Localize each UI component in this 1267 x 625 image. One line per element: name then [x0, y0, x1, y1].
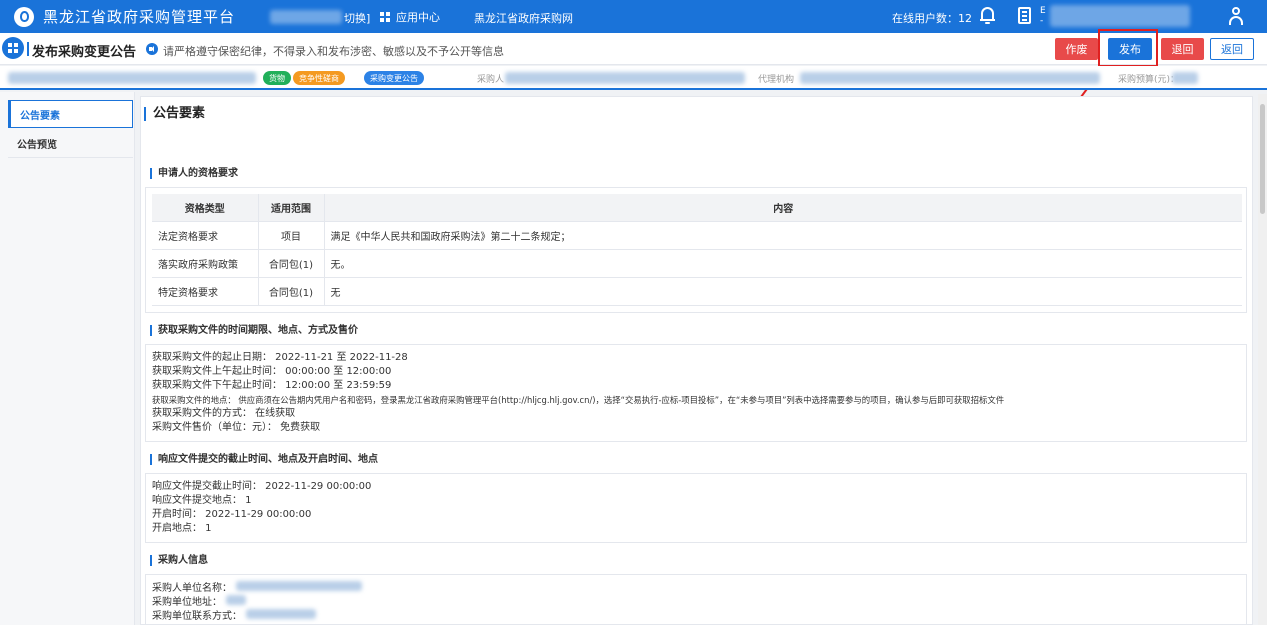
response-box: 响应文件提交截止时间： 2022-11-29 00:00:00 响应文件提交地点…: [145, 473, 1247, 543]
table-row: 法定资格要求 项目 满足《中华人民共和国政府采购法》第二十二条规定；: [152, 221, 1242, 250]
table-row: 落实政府采购政策 合同包(1) 无。: [152, 249, 1242, 278]
user-icon[interactable]: [1228, 7, 1244, 25]
tag-change-notice: 采购变更公告: [364, 71, 424, 85]
table-row: 特定资格要求 合同包(1) 无: [152, 277, 1242, 306]
document-icon[interactable]: [1018, 7, 1031, 24]
redacted-value: [236, 581, 362, 591]
detail-line: 获取采购文件的方式： 在线获取: [152, 408, 296, 419]
detail-line: 开启时间： 2022-11-29 00:00:00: [152, 509, 312, 520]
switch-user-link[interactable]: 切换]: [344, 10, 370, 26]
table-cell: 特定资格要求: [152, 277, 259, 306]
redacted-value: [246, 609, 316, 619]
purchaser-info-box: 采购人单位名称： 采购单位地址： 采购单位联系方式：: [145, 574, 1247, 624]
redacted-username: [270, 10, 342, 24]
detail-line: 获取采购文件上午起止时间： 00:00:00 至 12:00:00: [152, 366, 392, 377]
detail-line: 采购人单位名称：: [152, 581, 362, 595]
detail-line: 获取采购文件下午起止时间： 12:00:00 至 23:59:59: [152, 380, 392, 391]
return-button[interactable]: 返回: [1210, 38, 1254, 60]
redacted-user-info: [1050, 5, 1190, 27]
detail-line: 响应文件提交地点： 1: [152, 495, 252, 506]
detail-line: 获取采购文件的地点： 供应商须在公告期内凭用户名和密码，登录黑龙江省政府采购管理…: [152, 395, 1005, 405]
redacted-agency: [800, 72, 1100, 84]
purchaser-info-title: 采购人信息: [150, 555, 208, 566]
procurement-site-link[interactable]: 黑龙江省政府采购网: [474, 10, 573, 26]
table-cell: 无。: [324, 249, 1242, 278]
table-cell: 项目: [258, 221, 325, 250]
redacted-project-name: [8, 72, 256, 84]
budget-label: 采购预算(元)：: [1118, 75, 1180, 85]
detail-line: 采购文件售价（单位：元）： 免费获取: [152, 422, 321, 433]
purchaser-label: 采购人: [477, 75, 505, 85]
table-cell: 满足《中华人民共和国政府采购法》第二十二条规定；: [324, 221, 1242, 250]
security-notice: 请严格遵守保密纪律，不得录入和发布涉密、敏感以及不予公开等信息: [163, 45, 504, 58]
top-bar: 黑龙江省政府采购管理平台 切换] 应用中心 黑龙江省政府采购网 在线用户数：12…: [0, 0, 1267, 33]
menu-grid-icon[interactable]: [2, 37, 24, 59]
acquisition-details: 获取采购文件的起止日期： 2022-11-21 至 2022-11-28 获取采…: [152, 351, 1004, 435]
acquisition-box: 获取采购文件的起止日期： 2022-11-21 至 2022-11-28 获取采…: [145, 344, 1247, 442]
column-header: 适用范围: [258, 194, 325, 222]
side-nav: 公告要素 公告预览: [0, 92, 135, 625]
redacted-budget: [1172, 72, 1198, 84]
qualification-table: 资格类型 适用范围 内容 法定资格要求 项目 满足《中华人民共和国政府采购法》第…: [152, 194, 1242, 306]
detail-line: 开启地点： 1: [152, 523, 212, 534]
void-button[interactable]: 作废: [1055, 38, 1098, 60]
column-header: 内容: [324, 194, 1242, 222]
agency-label: 代理机构: [758, 75, 795, 85]
column-header: 资格类型: [152, 194, 259, 222]
qualification-box: 资格类型 适用范围 内容 法定资格要求 项目 满足《中华人民共和国政府采购法》第…: [145, 187, 1247, 313]
platform-logo-icon: [14, 6, 34, 27]
project-info-bar: 货物 竞争性磋商 采购变更公告 采购人 代理机构 采购预算(元)：: [0, 66, 1267, 90]
tag-competitive-negotiation: 竞争性磋商: [293, 71, 345, 85]
bell-icon[interactable]: [980, 7, 995, 24]
redacted-purchaser: [505, 72, 745, 84]
table-cell: 法定资格要求: [152, 221, 259, 250]
detail-line: 采购单位联系方式：: [152, 609, 362, 623]
user-info: E-: [1040, 6, 1046, 26]
redacted-value: [226, 595, 246, 605]
publish-button[interactable]: 发布: [1108, 38, 1152, 60]
acquisition-title: 获取采购文件的时间期限、地点、方式及售价: [150, 325, 358, 336]
scrollbar-thumb[interactable]: [1260, 104, 1265, 214]
page-title: 发布采购变更公告: [32, 45, 137, 60]
response-title: 响应文件提交的截止时间、地点及开启时间、地点: [150, 454, 378, 465]
send-back-button[interactable]: 退回: [1161, 38, 1204, 60]
vertical-scrollbar[interactable]: [1258, 94, 1267, 625]
app-title: 黑龙江省政府采购管理平台: [43, 8, 236, 26]
speaker-icon: [146, 43, 158, 55]
online-users-count: 在线用户数：12: [892, 12, 972, 25]
nav-item-announcement-elements[interactable]: 公告要素: [8, 100, 133, 128]
table-cell: 合同包(1): [258, 249, 325, 278]
app-center-link[interactable]: 应用中心: [380, 9, 440, 25]
app-center-label: 应用中心: [396, 11, 440, 24]
response-details: 响应文件提交截止时间： 2022-11-29 00:00:00 响应文件提交地点…: [152, 480, 371, 536]
detail-line: 采购单位地址：: [152, 595, 362, 609]
detail-line: 获取采购文件的起止日期： 2022-11-21 至 2022-11-28: [152, 352, 408, 363]
table-cell: 合同包(1): [258, 277, 325, 306]
main-panel: 公告要素 申请人的资格要求 资格类型 适用范围 内容 法定资格要求 项目 满足《…: [140, 96, 1253, 625]
qualification-title: 申请人的资格要求: [150, 168, 238, 179]
tag-goods: 货物: [263, 71, 291, 85]
page-header: 发布采购变更公告 请严格遵守保密纪律，不得录入和发布涉密、敏感以及不予公开等信息…: [0, 33, 1267, 65]
table-header-row: 资格类型 适用范围 内容: [152, 194, 1242, 222]
table-cell: 无: [324, 277, 1242, 306]
nav-item-announcement-preview[interactable]: 公告预览: [8, 130, 133, 158]
table-cell: 落实政府采购政策: [152, 249, 259, 278]
title-divider: [27, 42, 29, 56]
section-title: 公告要素: [144, 107, 205, 121]
purchaser-details: 采购人单位名称： 采购单位地址： 采购单位联系方式：: [152, 581, 362, 623]
detail-line: 响应文件提交截止时间： 2022-11-29 00:00:00: [152, 481, 372, 492]
grid-icon: [380, 12, 390, 22]
